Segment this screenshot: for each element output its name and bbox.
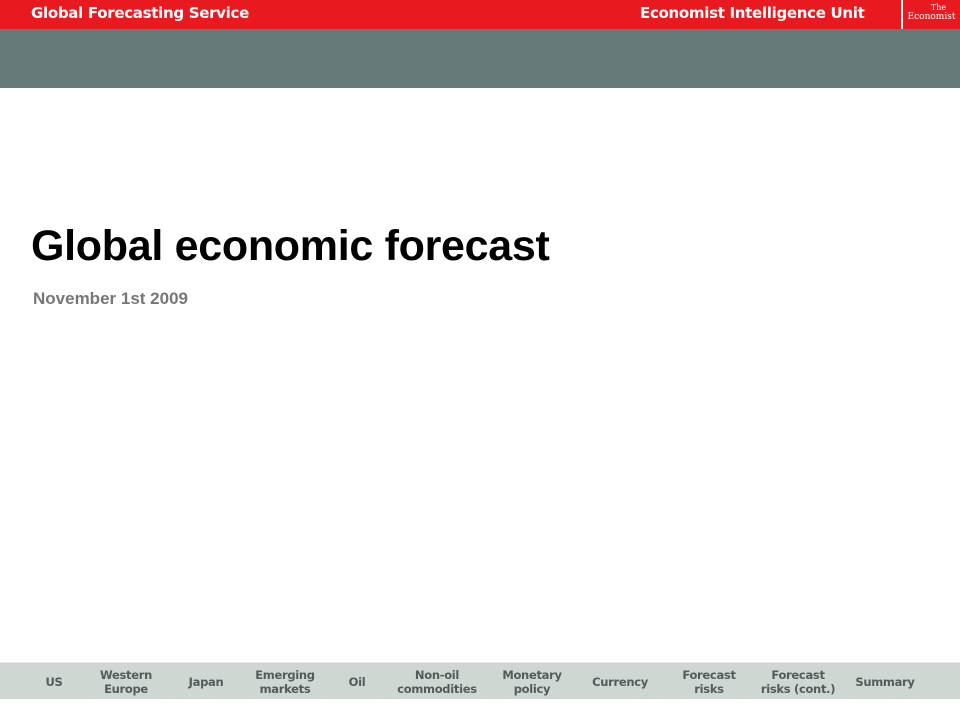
page-date: November 1st 2009 bbox=[33, 289, 188, 308]
nav-item-currency[interactable]: Currency bbox=[584, 663, 656, 700]
logo-line-1: The bbox=[930, 3, 947, 12]
nav-item-summary[interactable]: Summary bbox=[852, 663, 918, 700]
page-title: Global economic forecast bbox=[31, 222, 550, 270]
service-title: Global Forecasting Service bbox=[31, 4, 249, 22]
nav-item-non-oil-commodities[interactable]: Non-oil commodities bbox=[390, 663, 484, 700]
nav-item-japan[interactable]: Japan bbox=[176, 663, 236, 700]
nav-item-us[interactable]: US bbox=[30, 663, 78, 700]
top-header-bar: Global Forecasting Service Economist Int… bbox=[0, 0, 960, 29]
nav-item-emerging-markets[interactable]: Emerging markets bbox=[248, 663, 322, 700]
economist-logo: The Economist bbox=[901, 0, 960, 29]
nav-item-monetary-policy[interactable]: Monetary policy bbox=[496, 663, 568, 700]
nav-item-oil[interactable]: Oil bbox=[336, 663, 378, 700]
nav-item-western-europe[interactable]: Western Europe bbox=[92, 663, 160, 700]
header-band bbox=[0, 29, 960, 88]
bottom-navigation: US Western Europe Japan Emerging markets… bbox=[0, 662, 960, 699]
logo-line-2: Economist bbox=[907, 12, 956, 22]
publisher-title: Economist Intelligence Unit bbox=[640, 4, 865, 22]
nav-item-forecast-risks[interactable]: Forecast risks bbox=[674, 663, 744, 700]
nav-item-forecast-risks-cont[interactable]: Forecast risks (cont.) bbox=[752, 663, 844, 700]
